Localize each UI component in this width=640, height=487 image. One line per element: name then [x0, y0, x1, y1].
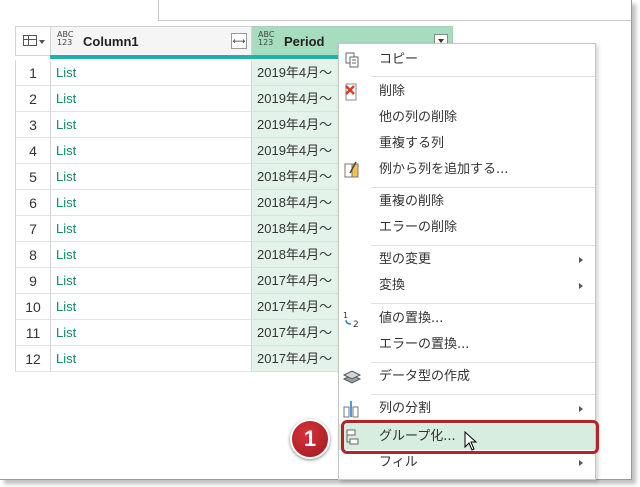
table-menu-button[interactable]	[15, 26, 51, 56]
menu-separator	[371, 362, 595, 363]
menu-item-replace-values[interactable]: 1 2 値の置換...	[339, 306, 595, 332]
menu-separator	[371, 303, 595, 304]
chevron-right-icon	[579, 406, 583, 412]
row-number[interactable]: 2	[15, 86, 51, 112]
svg-text:2: 2	[353, 320, 359, 329]
step-number-badge: 1	[290, 419, 330, 459]
cell-column1[interactable]: List	[51, 320, 252, 346]
chevron-down-icon	[39, 40, 45, 44]
column-header-label: Column1	[83, 34, 139, 49]
cell-column1[interactable]: List	[51, 294, 252, 320]
menu-separator	[371, 76, 595, 77]
row-number[interactable]: 9	[15, 268, 51, 294]
menu-label: 列の分割	[379, 401, 432, 416]
menu-item-remove-errors[interactable]: エラーの削除	[339, 215, 595, 241]
column-header-column1[interactable]: ABC 123 Column1 ⟷	[50, 26, 252, 59]
type-any-icon[interactable]: ABC 123	[258, 31, 274, 47]
menu-item-split-column[interactable]: 列の分割	[339, 396, 595, 422]
menu-label: エラーの削除	[379, 220, 458, 235]
menu-separator	[371, 394, 595, 395]
column-from-examples-icon	[344, 161, 359, 178]
row-number[interactable]: 12	[15, 346, 51, 372]
column-header-label: Period	[284, 34, 325, 49]
cell-column1[interactable]: List	[51, 164, 252, 190]
menu-label: 削除	[379, 84, 406, 99]
menu-separator	[371, 187, 595, 188]
chevron-right-icon	[579, 257, 583, 263]
cell-column1[interactable]: List	[51, 60, 252, 86]
data-type-layers-icon	[342, 370, 362, 384]
menu-label: 変換	[379, 278, 406, 293]
cell-column1[interactable]: List	[51, 112, 252, 138]
row-number[interactable]: 1	[15, 60, 51, 86]
menu-item-remove-other-columns[interactable]: 他の列の削除	[339, 105, 595, 131]
svg-text:1: 1	[343, 311, 348, 320]
menu-label: データ型の作成	[379, 369, 471, 384]
expand-column-icon[interactable]: ⟷	[231, 33, 247, 49]
type-123-label: 123	[57, 38, 73, 47]
menu-item-copy[interactable]: コピー	[339, 47, 595, 73]
menu-label: 重複の削除	[379, 194, 445, 209]
menu-item-add-column-from-examples[interactable]: 例から列を追加する...	[339, 157, 595, 183]
menu-item-transform[interactable]: 変換	[339, 273, 595, 299]
type-any-icon[interactable]: ABC 123	[57, 31, 73, 47]
menu-label: エラーの置換...	[379, 337, 470, 352]
row-number[interactable]: 7	[15, 216, 51, 242]
menu-item-remove-duplicates[interactable]: 重複の削除	[339, 189, 595, 215]
copy-icon	[345, 52, 359, 68]
menu-label: 重複する列	[379, 136, 445, 151]
formula-panel	[158, 0, 631, 21]
row-number[interactable]: 4	[15, 138, 51, 164]
menu-label: 例から列を追加する...	[379, 162, 509, 177]
menu-item-replace-errors[interactable]: エラーの置換...	[339, 332, 595, 358]
menu-label: コピー	[379, 52, 419, 67]
menu-label: 値の置換...	[379, 311, 444, 326]
split-column-icon	[343, 401, 359, 418]
cell-column1[interactable]: List	[51, 216, 252, 242]
context-menu: コピー 削除 他の列の削除 重複する列 例から列を追加する... 重複の削除 エ…	[338, 43, 596, 480]
replace-values-icon: 1 2	[343, 311, 359, 329]
cell-column1[interactable]: List	[51, 268, 252, 294]
menu-item-duplicate-column[interactable]: 重複する列	[339, 131, 595, 157]
chevron-right-icon	[579, 283, 583, 289]
cell-column1[interactable]: List	[51, 190, 252, 216]
cell-column1[interactable]: List	[51, 138, 252, 164]
row-number[interactable]: 10	[15, 294, 51, 320]
delete-column-icon	[345, 83, 357, 101]
row-number[interactable]: 11	[15, 320, 51, 346]
type-123-label: 123	[258, 38, 274, 47]
menu-item-change-type[interactable]: 型の変更	[339, 247, 595, 273]
cell-column1[interactable]: List	[51, 86, 252, 112]
row-number[interactable]: 3	[15, 112, 51, 138]
menu-item-create-data-type[interactable]: データ型の作成	[339, 364, 595, 390]
table-icon	[23, 35, 37, 46]
row-number[interactable]: 8	[15, 242, 51, 268]
row-number[interactable]: 5	[15, 164, 51, 190]
cell-column1[interactable]: List	[51, 242, 252, 268]
menu-label: 型の変更	[379, 252, 432, 267]
chevron-right-icon	[579, 460, 583, 466]
menu-separator	[371, 245, 595, 246]
menu-label: 他の列の削除	[379, 110, 458, 125]
menu-item-remove[interactable]: 削除	[339, 79, 595, 105]
cell-column1[interactable]: List	[51, 346, 252, 372]
mouse-pointer-icon	[464, 431, 478, 451]
row-number[interactable]: 6	[15, 190, 51, 216]
